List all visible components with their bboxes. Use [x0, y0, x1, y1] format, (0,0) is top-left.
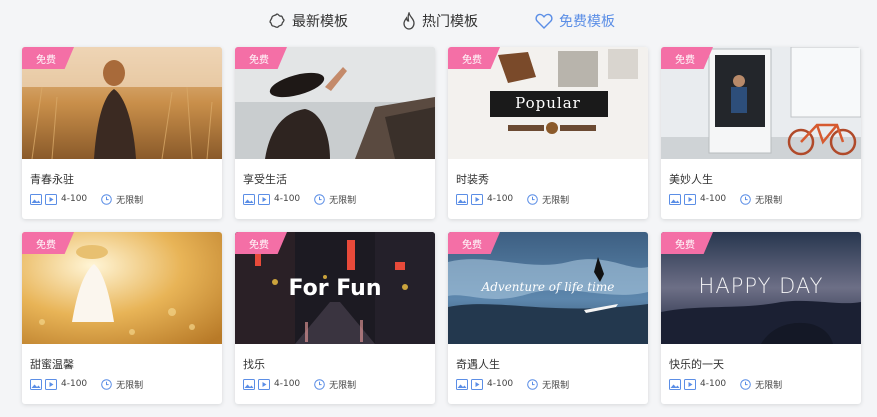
image-icon — [30, 378, 42, 390]
template-meta: 4-100 无限制 — [243, 192, 356, 206]
duration-label: 无限制 — [755, 195, 783, 206]
clock-icon — [314, 193, 325, 205]
thumbnail-overlay-text: For Fun — [288, 276, 382, 301]
template-title: 奇遇人生 — [456, 358, 500, 371]
duration-label: 无限制 — [329, 195, 357, 206]
video-icon — [45, 193, 57, 205]
video-icon — [258, 193, 270, 205]
video-icon — [45, 378, 57, 390]
template-title: 找乐 — [243, 358, 265, 371]
template-meta: 4-100 无限制 — [456, 192, 569, 206]
video-icon — [471, 193, 483, 205]
clock-icon — [314, 378, 325, 390]
photo-count: 4-100 — [274, 194, 301, 204]
template-thumbnail: 免费 — [661, 47, 861, 159]
template-thumbnail: 免费 — [235, 47, 435, 159]
template-meta: 4-100 无限制 — [456, 377, 569, 391]
template-thumbnail: HAPPY DAY 免费 — [661, 232, 861, 344]
video-icon — [684, 378, 696, 390]
photo-count: 4-100 — [487, 379, 514, 389]
template-card[interactable]: 免费 美妙人生 4-100 无限制 — [661, 47, 861, 219]
template-title: 美妙人生 — [669, 173, 713, 186]
image-icon — [243, 193, 255, 205]
tab-label: 最新模板 — [292, 14, 348, 30]
template-meta: 4-100 无限制 — [243, 377, 356, 391]
template-title: 快乐的一天 — [669, 358, 724, 371]
thumbnail-overlay-text: Popular — [515, 94, 581, 112]
photo-count: 4-100 — [61, 379, 88, 389]
template-thumbnail: For Fun 免费 — [235, 232, 435, 344]
flower-icon — [269, 13, 285, 28]
photo-count: 4-100 — [700, 194, 727, 204]
duration-label: 无限制 — [755, 380, 783, 391]
photo-count: 4-100 — [274, 379, 301, 389]
duration-label: 无限制 — [329, 380, 357, 391]
flame-icon — [403, 12, 415, 30]
template-title: 甜蜜温馨 — [30, 358, 74, 371]
tab-hot[interactable]: 热门模板 — [402, 9, 478, 33]
clock-icon — [740, 378, 751, 390]
video-icon — [471, 378, 483, 390]
image-icon — [243, 378, 255, 390]
template-card[interactable]: HAPPY DAY 免费 快乐的一天 4-100 无限制 — [661, 232, 861, 404]
heart-icon — [535, 13, 553, 29]
image-icon — [30, 193, 42, 205]
thumbnail-overlay-text: Adventure of life time — [481, 280, 615, 294]
image-icon — [456, 193, 468, 205]
image-icon — [669, 193, 681, 205]
template-tabs: 最新模板 热门模板 免费模板 — [0, 0, 877, 42]
video-icon — [684, 193, 696, 205]
template-thumbnail: 免费 — [22, 232, 222, 344]
clock-icon — [527, 193, 538, 205]
image-icon — [456, 378, 468, 390]
duration-label: 无限制 — [116, 380, 144, 391]
template-meta: 4-100 无限制 — [669, 377, 782, 391]
template-title: 时装秀 — [456, 173, 489, 186]
clock-icon — [527, 378, 538, 390]
clock-icon — [740, 193, 751, 205]
template-card[interactable]: For Fun 免费 找乐 4-100 无限制 — [235, 232, 435, 404]
duration-label: 无限制 — [542, 195, 570, 206]
photo-count: 4-100 — [700, 379, 727, 389]
template-thumbnail: Adventure of life time 免费 — [448, 232, 648, 344]
image-icon — [669, 378, 681, 390]
tab-label: 免费模板 — [559, 14, 615, 30]
photo-count: 4-100 — [61, 194, 88, 204]
tab-latest[interactable]: 最新模板 — [268, 9, 348, 33]
template-card[interactable]: Adventure of life time 免费 奇遇人生 4-100 无限制 — [448, 232, 648, 404]
tab-free[interactable]: 免费模板 — [535, 9, 615, 33]
clock-icon — [101, 193, 112, 205]
template-title: 享受生活 — [243, 173, 287, 186]
video-icon — [258, 378, 270, 390]
template-title: 青春永驻 — [30, 173, 74, 186]
duration-label: 无限制 — [542, 380, 570, 391]
template-meta: 4-100 无限制 — [669, 192, 782, 206]
template-meta: 4-100 无限制 — [30, 377, 143, 391]
clock-icon — [101, 378, 112, 390]
template-thumbnail: 免费 — [22, 47, 222, 159]
template-meta: 4-100 无限制 — [30, 192, 143, 206]
template-card[interactable]: 免费 甜蜜温馨 4-100 无限制 — [22, 232, 222, 404]
template-card[interactable]: Popular 免费 时装秀 4-100 无限制 — [448, 47, 648, 219]
thumbnail-overlay-text: HAPPY DAY — [698, 274, 824, 298]
tab-label: 热门模板 — [422, 14, 478, 30]
duration-label: 无限制 — [116, 195, 144, 206]
template-card[interactable]: 免费 享受生活 4-100 无限制 — [235, 47, 435, 219]
photo-count: 4-100 — [487, 194, 514, 204]
template-thumbnail: Popular 免费 — [448, 47, 648, 159]
template-card[interactable]: 免费 青春永驻 4-100 无限制 — [22, 47, 222, 219]
